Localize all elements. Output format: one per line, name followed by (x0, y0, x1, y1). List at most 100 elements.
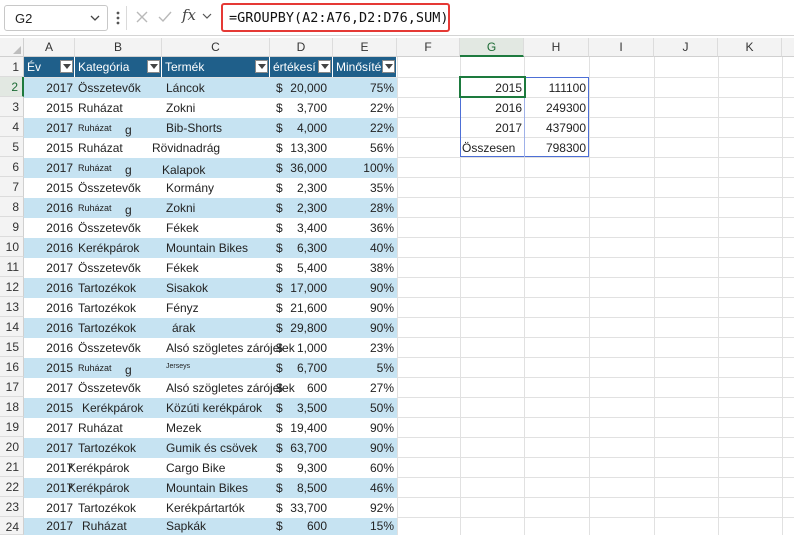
cell-product[interactable]: Fékek (166, 218, 199, 238)
cell-product[interactable]: Rövidnadrág (152, 138, 220, 158)
cell-category[interactable]: Kerékpárok (68, 458, 129, 478)
result-total-value[interactable]: 798300 (525, 138, 586, 158)
cell-product[interactable]: Cargo Bike (166, 458, 225, 478)
column-header-c[interactable]: C (162, 38, 270, 57)
formula-input[interactable]: =GROUPBY(A2:A76,D2:D76,SUM) (221, 3, 450, 32)
cell-product[interactable]: Bib-Shorts (166, 118, 222, 138)
column-header-e[interactable]: E (333, 38, 397, 57)
row-header[interactable]: 1 (0, 57, 24, 77)
cell-amount[interactable]: 29,800 (284, 318, 327, 338)
cell-product[interactable]: Kormány (166, 178, 214, 198)
cell-pct[interactable]: 36% (333, 218, 394, 238)
row-header[interactable]: 17 (0, 377, 24, 397)
cell-amount[interactable]: 600 (284, 516, 327, 535)
row-header[interactable]: 24 (0, 517, 24, 535)
chevron-down-icon[interactable] (202, 11, 212, 21)
cell-pct[interactable]: 90% (333, 278, 394, 298)
cell-category[interactable]: Összetevők (78, 338, 141, 358)
cell-amount[interactable]: 33,700 (284, 498, 327, 518)
filter-dropdown-button[interactable] (382, 60, 395, 73)
cell-year[interactable]: 2016 (24, 198, 73, 218)
cell-category[interactable]: Tartozékok (78, 318, 136, 338)
cell-pct[interactable]: 90% (333, 298, 394, 318)
cell-category[interactable]: Tartozékok (78, 278, 136, 298)
cell-pct[interactable]: 50% (333, 398, 394, 418)
cell-amount[interactable]: 3,700 (284, 98, 327, 118)
cell-pct[interactable]: 75% (333, 78, 394, 98)
filter-dropdown-button[interactable] (318, 60, 331, 73)
cell-pct[interactable]: 35% (333, 178, 394, 198)
row-header[interactable]: 18 (0, 397, 24, 417)
row-header[interactable]: 6 (0, 157, 24, 177)
cell-year[interactable]: 2015 (24, 98, 73, 118)
cell-year[interactable]: 2016 (24, 318, 73, 338)
cell-product[interactable]: Kerékpártartók (166, 498, 245, 518)
cell-amount[interactable]: 6,300 (284, 238, 327, 258)
cell-category[interactable]: Ruházat (78, 358, 112, 378)
cell-pct[interactable]: 60% (333, 458, 394, 478)
cell-category[interactable]: Összetevők (78, 178, 141, 198)
cell-amount[interactable]: 1,000 (284, 338, 327, 358)
cell-category[interactable]: Tartozékok (78, 298, 136, 318)
cell-amount[interactable]: 19,400 (284, 418, 327, 438)
column-header-d[interactable]: D (270, 38, 333, 57)
cell-category[interactable]: Ruházat (78, 418, 123, 438)
cell-product[interactable]: Kalapok (162, 160, 205, 180)
cell-year[interactable]: 2015 (24, 138, 73, 158)
filter-dropdown-button[interactable] (147, 60, 160, 73)
row-header[interactable]: 12 (0, 277, 24, 297)
cell-amount[interactable]: 2,300 (284, 178, 327, 198)
cell-year[interactable]: 2017 (24, 498, 73, 518)
cell-pct[interactable]: 22% (333, 98, 394, 118)
row-header[interactable]: 8 (0, 197, 24, 217)
column-header-i[interactable]: I (589, 38, 654, 57)
cell-pct[interactable]: 90% (333, 418, 394, 438)
result-total-label[interactable]: Összesen (462, 138, 515, 158)
cell-product[interactable]: Közúti kerékpárok (166, 398, 262, 418)
cell-pct[interactable]: 100% (333, 158, 394, 178)
cell-product[interactable]: Mezek (166, 418, 201, 438)
row-header[interactable]: 21 (0, 457, 24, 477)
cell-year[interactable]: 2016 (24, 238, 73, 258)
row-header[interactable]: 14 (0, 317, 24, 337)
result-group-label[interactable]: 2016 (460, 98, 522, 118)
cell-category[interactable]: Összetevők (78, 378, 141, 398)
cell-amount[interactable]: 600 (284, 378, 327, 398)
cell-category[interactable]: Tartozékok (78, 438, 136, 458)
column-header-g[interactable]: G (460, 38, 524, 57)
cell-amount[interactable]: 13,300 (284, 138, 327, 158)
result-group-value[interactable]: 111100 (525, 78, 586, 98)
cell-year[interactable]: 2015 (24, 358, 73, 378)
cell-year[interactable]: 2015 (24, 178, 73, 198)
column-header-b[interactable]: B (75, 38, 162, 57)
cell-pct[interactable]: 40% (333, 238, 394, 258)
cell-year[interactable]: 2016 (24, 218, 73, 238)
row-header[interactable]: 4 (0, 117, 24, 137)
cell-pct[interactable]: 38% (333, 258, 394, 278)
cell-year[interactable]: 2017 (24, 418, 73, 438)
cell-category[interactable]: Ruházat (78, 198, 112, 218)
cell-category[interactable]: Ruházat (78, 98, 123, 118)
cell-pct[interactable]: 56% (333, 138, 394, 158)
cell-pct[interactable]: 27% (333, 378, 394, 398)
result-group-value[interactable]: 249300 (525, 98, 586, 118)
row-header[interactable]: 19 (0, 417, 24, 437)
column-header-a[interactable]: A (24, 38, 75, 57)
cancel-icon[interactable] (134, 9, 150, 25)
cell-amount[interactable]: 36,000 (284, 158, 327, 178)
cell-category[interactable]: Kerékpárok (82, 398, 143, 418)
cell-year[interactable]: 2017 (24, 516, 73, 535)
column-header-f[interactable]: F (397, 38, 460, 57)
cell-year[interactable]: 2016 (24, 338, 73, 358)
cell-pct[interactable]: 90% (333, 318, 394, 338)
result-group-value[interactable]: 437900 (525, 118, 586, 138)
column-header-h[interactable]: H (524, 38, 589, 57)
row-header[interactable]: 7 (0, 177, 24, 197)
row-header[interactable]: 20 (0, 437, 24, 457)
row-header[interactable]: 5 (0, 137, 24, 157)
cell-year[interactable]: 2017 (24, 378, 73, 398)
cell-amount[interactable]: 9,300 (284, 458, 327, 478)
cell-product[interactable]: Sisakok (166, 278, 208, 298)
cell-category[interactable]: Ruházat (82, 516, 127, 535)
cell-amount[interactable]: 4,000 (284, 118, 327, 138)
